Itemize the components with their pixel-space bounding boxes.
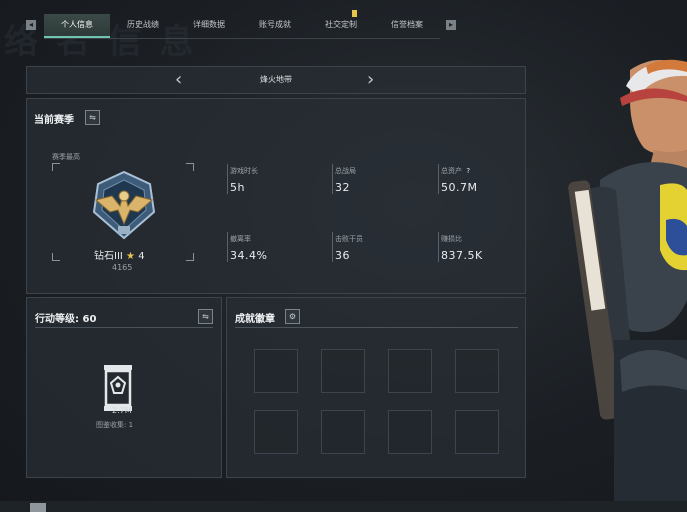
tab-list: 个人信息 历史战绩 详细数据 账号成就 社交定制 信誉档案 [44,10,440,39]
stat-label: 赚损比 [441,235,462,243]
action-level-title: 行动等级: 60 [35,314,97,325]
stat-play-time: 游戏时长 5h [230,166,258,194]
tab-next-icon[interactable]: ▸ [446,20,456,30]
stat-total-matches: 总战局 32 [335,166,356,194]
map-title: 烽火地带 [260,75,292,84]
rank-score: 4165 [112,263,133,272]
tab-history[interactable]: 历史战绩 [110,14,176,38]
stat-label: 总战局 [335,167,356,175]
stat-value: 34.4% [230,249,268,262]
season-highest-label: 赛季最高 [52,153,80,161]
stat-label: 击败干员 [335,235,363,243]
badge-slot[interactable] [455,349,499,393]
badge-slot[interactable] [321,349,365,393]
divider [332,232,333,262]
operator-character-image [568,59,687,502]
tab-social-custom[interactable]: 社交定制 [308,10,374,38]
map-next-chevron-icon[interactable]: › [367,69,374,90]
divider [227,164,228,194]
stat-label: 撤离率 [230,235,251,243]
badge-slot[interactable] [254,410,298,454]
stat-value: 36 [335,249,350,262]
action-level-switch-button[interactable]: ⇋ [198,309,213,324]
divider [35,327,213,328]
tab-label: 个人信息 [61,20,93,29]
rank-name-text: 钻石III [94,251,123,262]
stat-label: 游戏时长 [230,167,258,175]
rank-stars: 4 [138,251,145,262]
tab-personal-info[interactable]: 个人信息 [44,14,110,38]
rank-badge-icon [92,170,156,240]
stat-extract-rate: 撤离率 34.4% [230,234,267,262]
help-icon[interactable]: ? [464,167,472,175]
rank-name: 钻石III ★ 4 [94,247,145,262]
divider [227,232,228,262]
tab-label: 信誉档案 [391,20,423,29]
tab-account-achievements[interactable]: 账号成就 [242,14,308,38]
badge-slot[interactable] [388,410,432,454]
badge-slot[interactable] [321,410,365,454]
achievements-title: 成就徽章 [235,314,275,325]
tab-detailed-data[interactable]: 详细数据 [176,14,242,38]
bottom-button[interactable] [30,503,46,512]
stat-label: 总资产 [441,167,462,175]
stat-profit-loss-ratio: 赚损比 837.5K [441,234,483,262]
stat-total-assets: 总资产 ? 50.7M [441,166,477,194]
stat-value: 50.7M [441,181,478,194]
season-title: 当前赛季 [34,115,74,126]
badge-slot[interactable] [388,349,432,393]
divider [438,232,439,262]
tab-label: 账号成就 [259,20,291,29]
achievements-settings-gear-icon[interactable]: ⚙ [285,309,300,324]
bottom-strip [0,501,687,512]
stat-value: 837.5K [441,249,483,262]
star-icon: ★ [126,251,136,262]
top-tab-bar: ◂ 个人信息 历史战绩 详细数据 账号成就 社交定制 信誉档案 ▸ [24,10,458,39]
divider [332,164,333,194]
season-switch-button[interactable]: ⇋ [85,110,100,125]
notification-dot [352,10,357,17]
map-selector: ‹ 烽火地带 › [26,66,526,94]
tab-reputation[interactable]: 信誉档案 [374,14,440,38]
tab-label: 详细数据 [193,20,225,29]
tab-label: 历史战绩 [127,20,159,29]
badge-slot[interactable] [254,349,298,393]
action-level-value: 2.7M [112,406,132,415]
tab-label: 社交定制 [325,20,357,29]
stat-value: 32 [335,181,350,194]
stat-operators-killed: 击败干员 36 [335,234,363,262]
collection-count: 图鉴收集: 1 [96,421,134,429]
divider [235,327,518,328]
badge-slot[interactable] [455,410,499,454]
stat-value: 5h [230,181,245,194]
tab-prev-icon[interactable]: ◂ [26,20,36,30]
divider [438,164,439,194]
